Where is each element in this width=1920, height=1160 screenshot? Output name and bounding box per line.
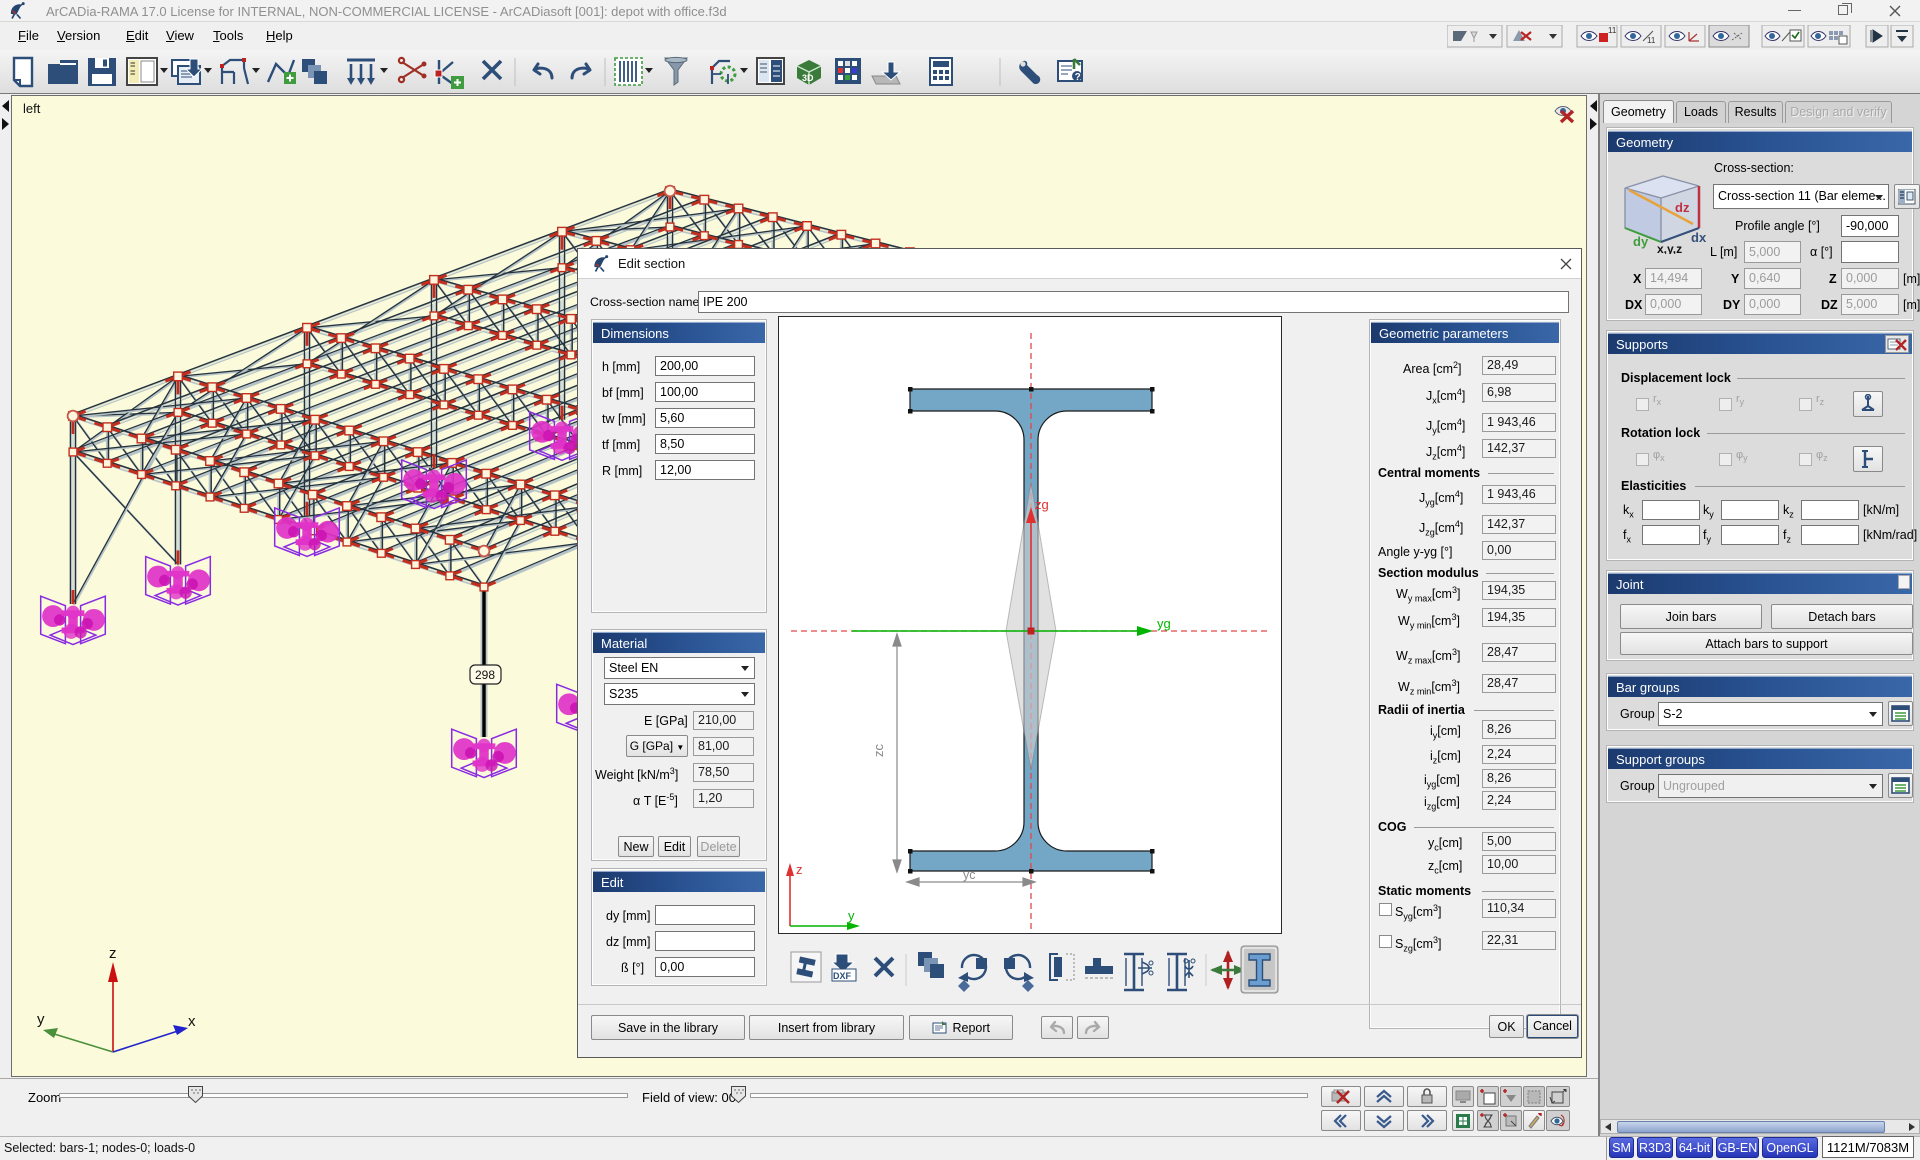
svg-text:yg: yg <box>1157 616 1171 631</box>
svg-text:DXF: DXF <box>833 971 852 981</box>
svg-text:z: z <box>796 862 803 877</box>
svg-text:dx: dx <box>1691 230 1707 245</box>
svg-text:x: x <box>188 1013 196 1030</box>
svg-text:y: y <box>848 908 855 923</box>
svg-text:yc: yc <box>963 868 976 882</box>
svg-text:y: y <box>37 1011 45 1028</box>
svg-text:298: 298 <box>475 668 495 682</box>
svg-text:3D: 3D <box>802 73 814 83</box>
svg-text:z: z <box>109 945 117 962</box>
svg-text:x,y,z: x,y,z <box>1657 242 1682 254</box>
svg-text:11: 11 <box>1608 26 1617 35</box>
svg-text:dy: dy <box>1633 234 1649 249</box>
svg-text:?: ? <box>1075 72 1081 83</box>
svg-text:zc: zc <box>871 744 886 758</box>
svg-text:11: 11 <box>1647 36 1656 45</box>
svg-text:dz: dz <box>1675 200 1690 215</box>
svg-text:zg: zg <box>1035 497 1049 512</box>
svg-text:left: left <box>23 101 41 116</box>
